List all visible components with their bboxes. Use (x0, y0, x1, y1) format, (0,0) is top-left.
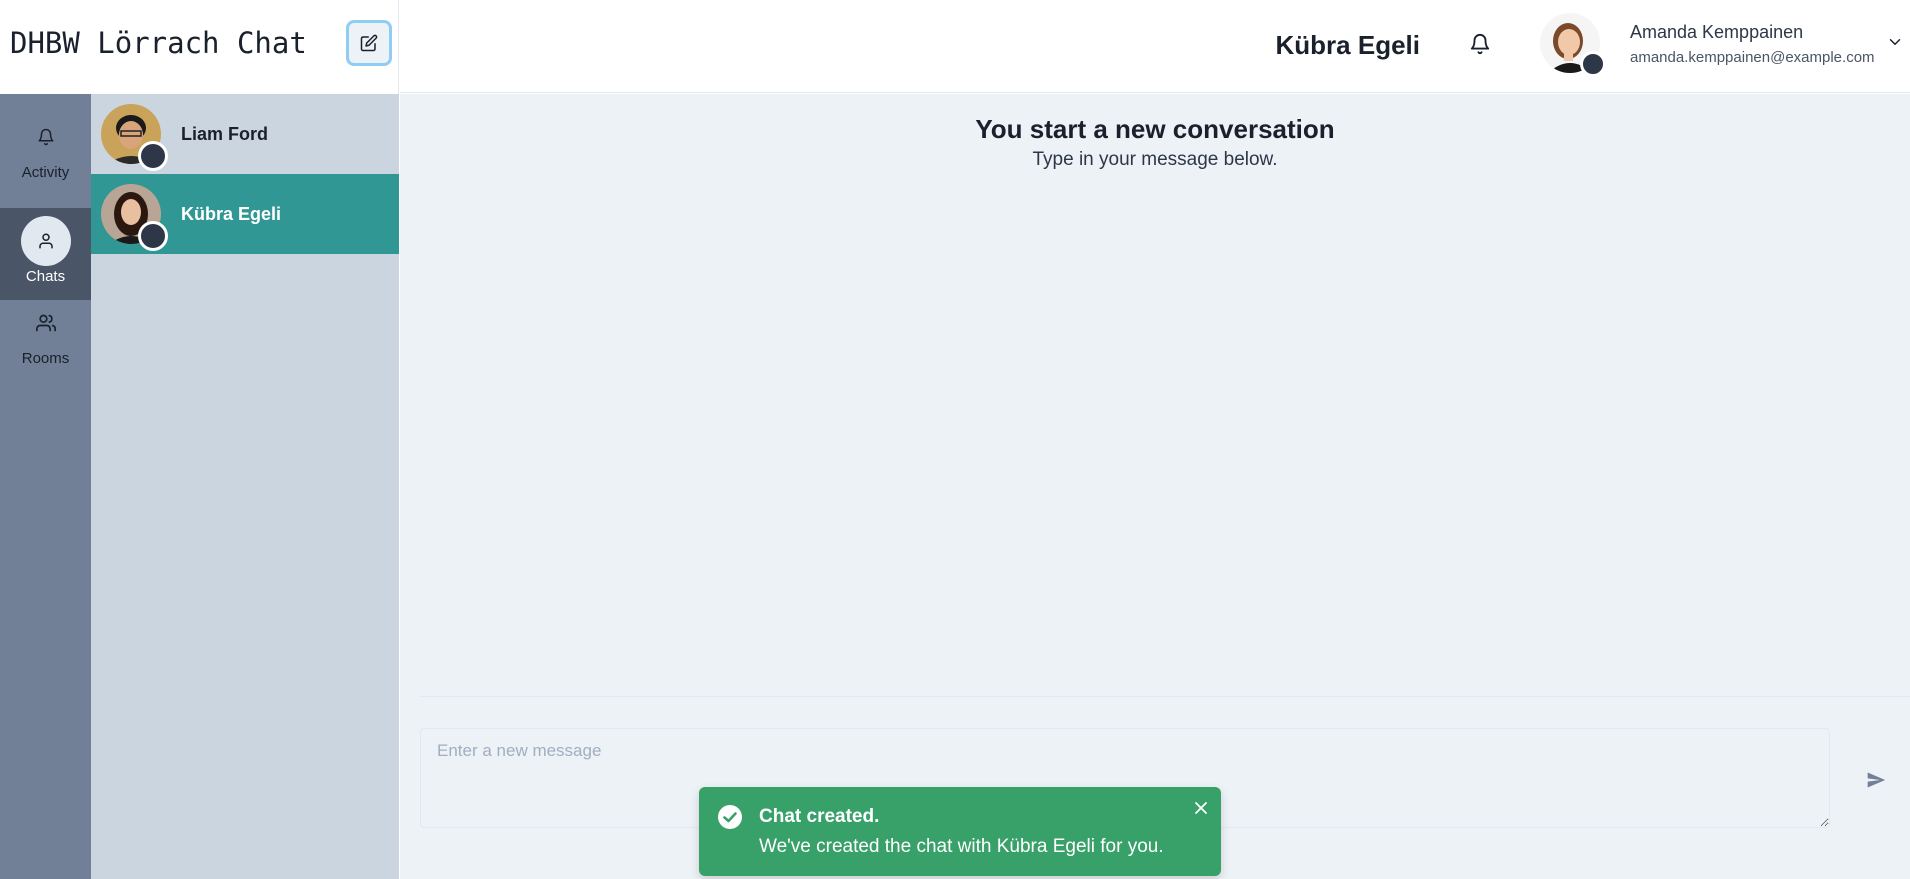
bell-icon (38, 128, 53, 146)
nav-item-activity[interactable]: Activity (0, 104, 91, 196)
conversation-panel: You start a new conversation Type in you… (400, 94, 1910, 879)
app-title: DHBW Lörrach Chat (10, 26, 307, 60)
chevron-down-icon (1889, 39, 1901, 45)
nav-item-label: Activity (21, 164, 70, 181)
presence-indicator (1580, 51, 1606, 77)
chat-title: Kübra Egeli (1275, 30, 1420, 60)
user-menu[interactable]: Amanda Kemppainen amanda.kemppainen@exam… (1540, 10, 1910, 77)
close-icon (1195, 802, 1207, 814)
nav-item-label: Rooms (21, 350, 70, 367)
user-name: Amanda Kemppainen (1630, 22, 1804, 42)
brand-header: DHBW Lörrach Chat (0, 0, 399, 94)
chat-list: Liam Ford Kübra Egeli (91, 94, 399, 879)
user-icon (38, 233, 53, 249)
main-nav: Activity Chats Rooms (0, 94, 91, 879)
chat-name: Liam Ford (181, 124, 269, 144)
chat-name: Kübra Egeli (181, 204, 282, 224)
user-email: amanda.kemppainen@example.com (1630, 49, 1875, 66)
send-button[interactable] (1862, 766, 1890, 794)
presence-indicator (138, 141, 168, 171)
nav-item-chats[interactable]: Chats (0, 208, 91, 300)
users-icon (35, 314, 56, 332)
toast-title: Chat created. (759, 806, 880, 827)
toast-message: We've created the chat with Kübra Egeli … (759, 836, 1164, 857)
edit-icon (360, 34, 378, 52)
chat-list-item[interactable]: Kübra Egeli (91, 174, 399, 254)
presence-indicator (138, 221, 168, 251)
divider (420, 696, 1910, 697)
nav-item-rooms[interactable]: Rooms (0, 290, 91, 382)
check-circle-icon (718, 805, 742, 829)
empty-state-title: You start a new conversation (975, 114, 1335, 144)
empty-state-subtitle: Type in your message below. (1032, 149, 1278, 170)
toast-notification: Chat created. We've created the chat wit… (699, 787, 1221, 876)
toast-close-button[interactable] (1191, 798, 1211, 818)
bell-icon[interactable] (1469, 33, 1491, 55)
new-chat-button[interactable] (346, 20, 392, 66)
nav-item-label: Chats (25, 268, 66, 285)
send-icon (1867, 772, 1886, 788)
chat-list-item[interactable]: Liam Ford (91, 94, 399, 174)
